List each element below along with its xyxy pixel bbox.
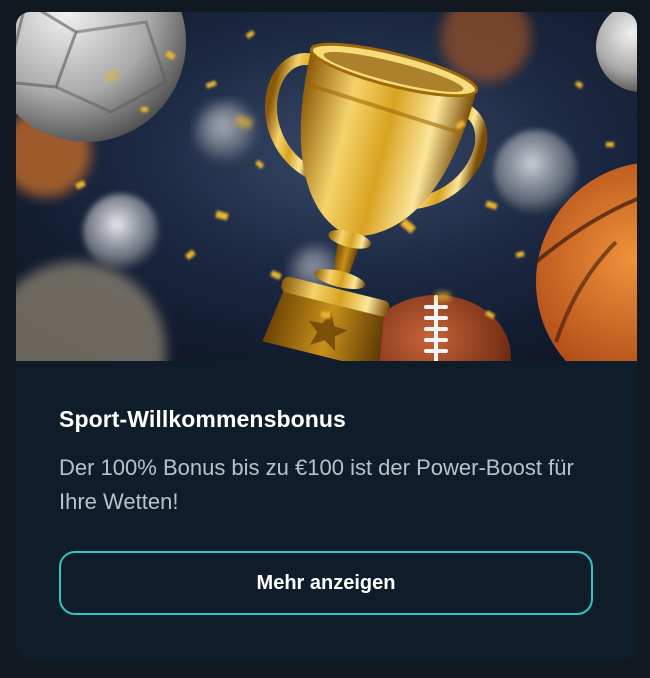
promo-hero-image [16,12,637,361]
trophy-sports-balls-illustration [16,12,637,361]
promo-content: Sport-Willkommensbonus Der 100% Bonus bi… [16,361,637,660]
promo-description: Der 100% Bonus bis zu €100 ist der Power… [59,455,574,514]
promo-card: Sport-Willkommensbonus Der 100% Bonus bi… [16,12,637,660]
show-more-button[interactable]: Mehr anzeigen [59,551,593,615]
promo-title: Sport-Willkommensbonus [59,406,346,432]
